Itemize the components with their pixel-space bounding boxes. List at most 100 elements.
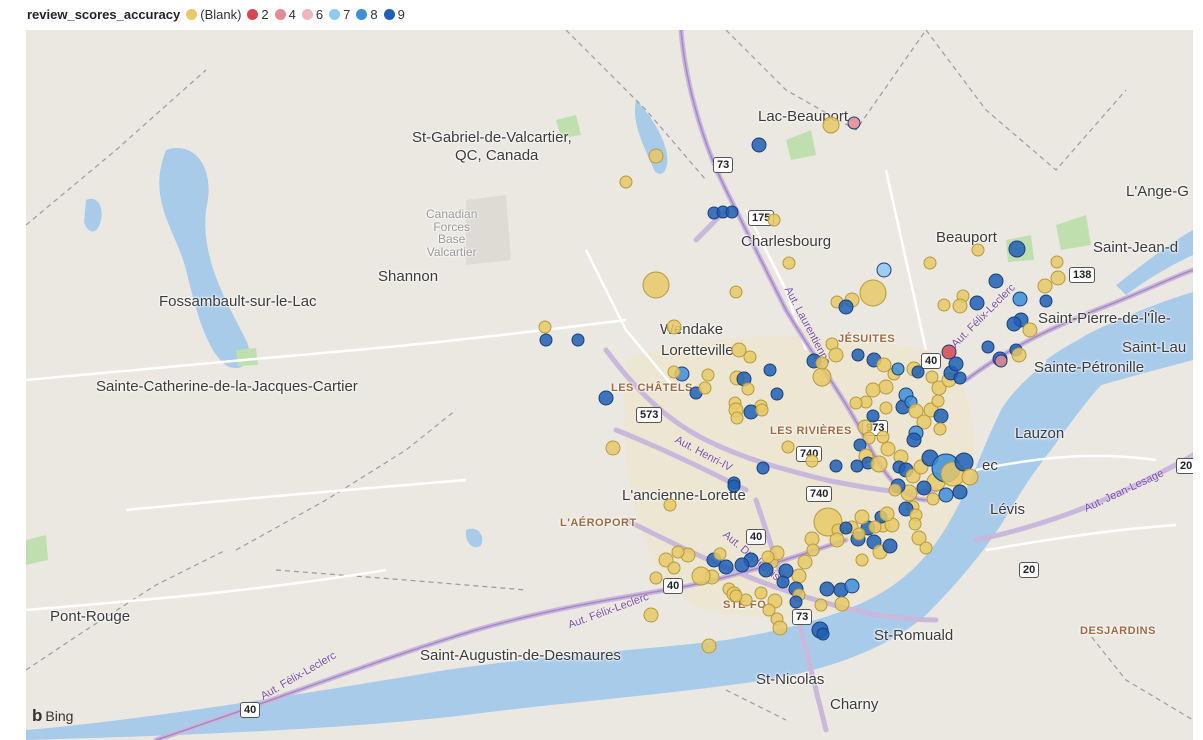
listing-marker[interactable] [829,532,845,548]
listing-marker[interactable] [671,545,685,559]
legend-item-2[interactable]: 2 [247,7,269,22]
listing-marker[interactable] [776,575,790,589]
listing-marker[interactable] [756,461,770,475]
listing-marker[interactable] [868,520,882,534]
listing-marker[interactable] [1012,291,1028,307]
listing-marker[interactable] [919,541,933,555]
listing-marker[interactable] [791,568,807,584]
listing-marker[interactable] [730,411,744,425]
listing-marker[interactable] [879,506,895,522]
listing-marker[interactable] [855,553,869,567]
listing-marker[interactable] [713,547,727,561]
listing-marker[interactable] [891,362,905,376]
listing-marker[interactable] [815,356,829,370]
legend-item-4[interactable]: 4 [274,7,296,22]
listing-marker[interactable] [926,492,940,506]
listing-marker[interactable] [727,479,741,493]
listing-marker[interactable] [906,432,922,448]
listing-marker[interactable] [806,543,820,557]
listing-marker[interactable] [538,320,552,334]
listing-marker[interactable] [797,554,813,570]
listing-marker[interactable] [937,298,951,312]
listing-marker[interactable] [814,598,828,612]
legend-item-9[interactable]: 9 [383,7,405,22]
listing-marker[interactable] [1008,240,1026,258]
listing-marker[interactable] [758,562,774,578]
listing-marker[interactable] [761,550,775,564]
legend-item-7[interactable]: 7 [329,7,350,22]
listing-marker[interactable] [701,368,715,382]
bing-attribution[interactable]: b Bing [32,706,73,726]
listing-marker[interactable] [751,137,767,153]
listing-marker[interactable] [1022,322,1038,338]
listing-marker[interactable] [948,356,964,372]
listing-marker[interactable] [852,527,866,541]
listing-marker[interactable] [1050,255,1064,269]
listing-marker[interactable] [770,387,784,401]
map-canvas[interactable]: Lac-Beauport St-Gabriel-de-Valcartier, Q… [26,30,1193,740]
listing-marker[interactable] [734,557,750,573]
listing-marker[interactable] [605,440,621,456]
listing-marker[interactable] [952,484,968,500]
listing-marker[interactable] [725,205,739,219]
listing-marker[interactable] [1037,278,1053,294]
listing-marker[interactable] [994,354,1008,368]
listing-marker[interactable] [851,348,865,362]
listing-marker[interactable] [870,455,888,473]
listing-marker[interactable] [931,394,945,408]
listing-marker[interactable] [838,299,854,315]
listing-marker[interactable] [667,365,681,379]
listing-marker[interactable] [743,350,757,364]
listing-marker[interactable] [849,396,863,410]
listing-marker[interactable] [839,521,853,535]
listing-marker[interactable] [876,262,892,278]
listing-marker[interactable] [911,365,925,379]
listing-marker[interactable] [844,578,860,594]
listing-marker[interactable] [882,538,898,554]
listing-marker[interactable] [953,371,967,385]
listing-marker[interactable] [952,298,968,314]
listing-marker[interactable] [643,607,659,623]
listing-marker[interactable] [691,566,711,586]
listing-marker[interactable] [701,638,717,654]
listing-marker[interactable] [782,256,796,270]
listing-marker[interactable] [1006,316,1022,332]
listing-marker[interactable] [772,620,788,636]
listing-marker[interactable] [648,148,664,164]
listing-marker[interactable] [969,295,985,311]
listing-marker[interactable] [598,390,614,406]
listing-marker[interactable] [908,517,922,531]
listing-marker[interactable] [781,440,795,454]
marker-layer[interactable] [26,30,1193,740]
listing-marker[interactable] [755,403,769,417]
listing-marker[interactable] [729,285,743,299]
listing-marker[interactable] [1050,270,1066,286]
legend-item-8[interactable]: 8 [356,7,378,22]
listing-marker[interactable] [619,175,633,189]
listing-marker[interactable] [981,340,995,354]
listing-marker[interactable] [729,589,743,603]
listing-marker[interactable] [859,279,887,307]
listing-marker[interactable] [854,509,870,525]
listing-marker[interactable] [923,256,937,270]
listing-marker[interactable] [847,116,861,130]
listing-marker[interactable] [571,333,585,347]
listing-marker[interactable] [933,408,949,424]
listing-marker[interactable] [789,595,803,609]
listing-marker[interactable] [888,483,902,497]
listing-marker[interactable] [961,468,979,486]
listing-marker[interactable] [539,333,553,347]
listing-marker[interactable] [876,357,892,373]
listing-marker[interactable] [663,498,677,512]
listing-marker[interactable] [741,382,755,396]
listing-marker[interactable] [876,430,890,444]
listing-marker[interactable] [666,319,682,335]
listing-marker[interactable] [649,571,663,585]
listing-marker[interactable] [971,243,985,257]
listing-marker[interactable] [698,381,712,395]
listing-marker[interactable] [954,452,974,472]
listing-marker[interactable] [1039,294,1053,308]
listing-marker[interactable] [878,379,894,395]
listing-marker[interactable] [850,459,864,473]
listing-marker[interactable] [828,347,844,363]
